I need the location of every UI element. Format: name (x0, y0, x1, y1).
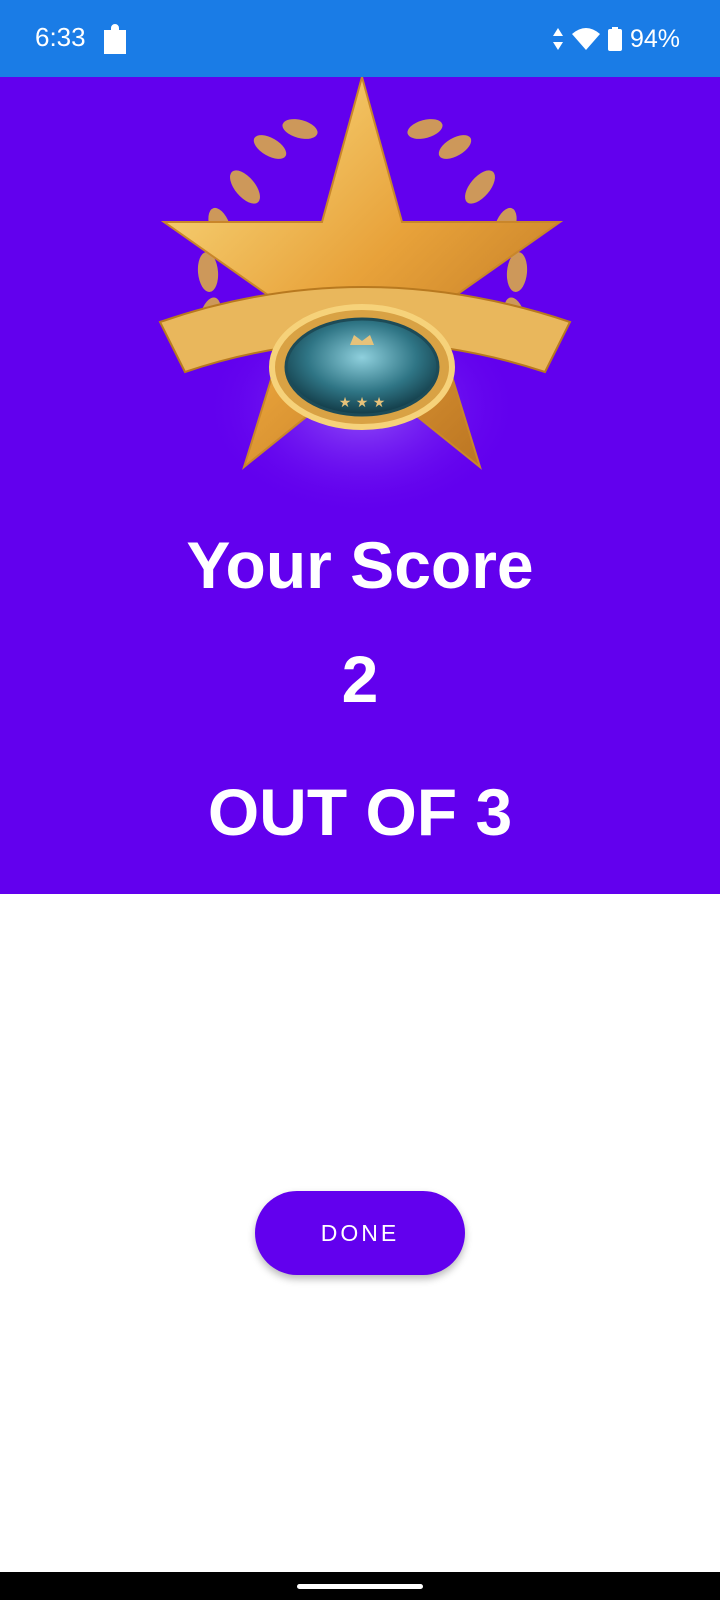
home-gesture-handle[interactable] (297, 1584, 423, 1589)
navigation-bar (0, 1572, 720, 1600)
data-arrows-icon (552, 28, 563, 50)
done-button[interactable]: DONE (255, 1191, 465, 1275)
battery-icon (607, 27, 622, 51)
score-total: OUT OF 3 (207, 775, 513, 849)
puzzle-icon (104, 24, 126, 54)
battery-percent: 94% (629, 24, 680, 53)
status-time: 6:33 (35, 22, 86, 52)
score-value: 2 (341, 642, 379, 716)
status-bar: 6:33 94% (0, 0, 720, 77)
svg-text:★ ★ ★: ★ ★ ★ (339, 395, 386, 411)
trophy-star-badge-icon: ★ ★ ★ (158, 77, 572, 517)
score-panel: ★ ★ ★ Your Score 2 OUT OF 3 (0, 77, 720, 894)
score-title: Your Score (186, 528, 534, 602)
status-indicators: 94% (552, 22, 680, 56)
wifi-icon (571, 28, 600, 50)
